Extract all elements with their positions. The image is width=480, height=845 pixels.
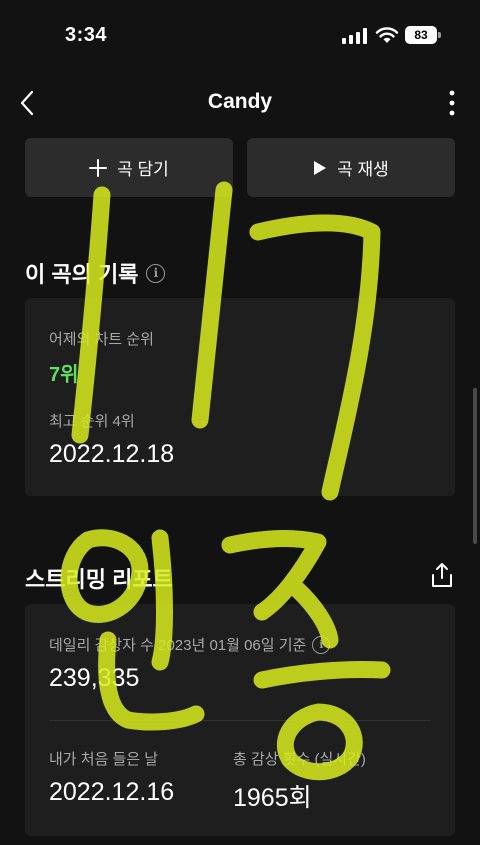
more-options-icon[interactable] (440, 88, 464, 118)
total-plays-value: 1965회 (233, 784, 312, 812)
daily-listeners-label: 데일리 감상자 수 2023년 01월 06일 기준 (49, 637, 307, 654)
streaming-report-title: 스트리밍 리포트 (25, 567, 173, 592)
song-record-section-title: 이 곡의 기록 i (25, 257, 166, 289)
cellular-signal-icon (342, 28, 367, 44)
play-song-label: 곡 재생 (337, 160, 389, 179)
play-song-button[interactable]: 곡 재생 (247, 138, 455, 197)
page-title: Candy (207, 90, 273, 113)
first-listen-label: 내가 처음 들은 날 (49, 751, 159, 768)
add-to-playlist-button[interactable]: 곡 담기 (25, 138, 233, 197)
status-time: 3:34 (65, 24, 108, 46)
first-listen-date: 2022.12.16 (49, 778, 175, 806)
share-icon[interactable] (430, 562, 454, 588)
best-rank-date: 2022.12.18 (49, 440, 175, 468)
battery-icon: 83 (405, 26, 441, 44)
status-bar: 3:34 83 (0, 0, 480, 72)
info-icon[interactable]: i (146, 263, 166, 283)
battery-level: 83 (405, 26, 437, 44)
play-icon (314, 160, 327, 175)
best-rank-label: 최고 순위 4위 (49, 413, 135, 430)
add-to-playlist-label: 곡 담기 (117, 160, 169, 179)
song-record-title: 이 곡의 기록 (25, 262, 139, 287)
card-divider (49, 720, 431, 721)
streaming-report-card: 데일리 감상자 수 2023년 01월 06일 기준 i 239,335 내가 … (25, 604, 455, 836)
scrollbar[interactable] (473, 388, 477, 544)
song-record-card: 어제의 차트 순위 7위 최고 순위 4위 2022.12.18 (25, 298, 455, 496)
daily-listeners-row: 데일리 감상자 수 2023년 01월 06일 기준 i (49, 634, 331, 655)
yesterday-rank-value: 7위 (49, 364, 79, 386)
total-plays-label: 총 감상 횟수 (실시간) (233, 751, 366, 768)
wifi-icon (375, 27, 399, 43)
plus-icon (89, 158, 108, 177)
battery-tip (438, 32, 441, 38)
yesterday-rank-label: 어제의 차트 순위 (49, 331, 154, 348)
nav-bar: Candy (0, 80, 480, 126)
daily-info-icon[interactable]: i (312, 635, 331, 654)
daily-listeners-value: 239,335 (49, 664, 140, 692)
streaming-report-section-title: 스트리밍 리포트 (25, 562, 173, 594)
